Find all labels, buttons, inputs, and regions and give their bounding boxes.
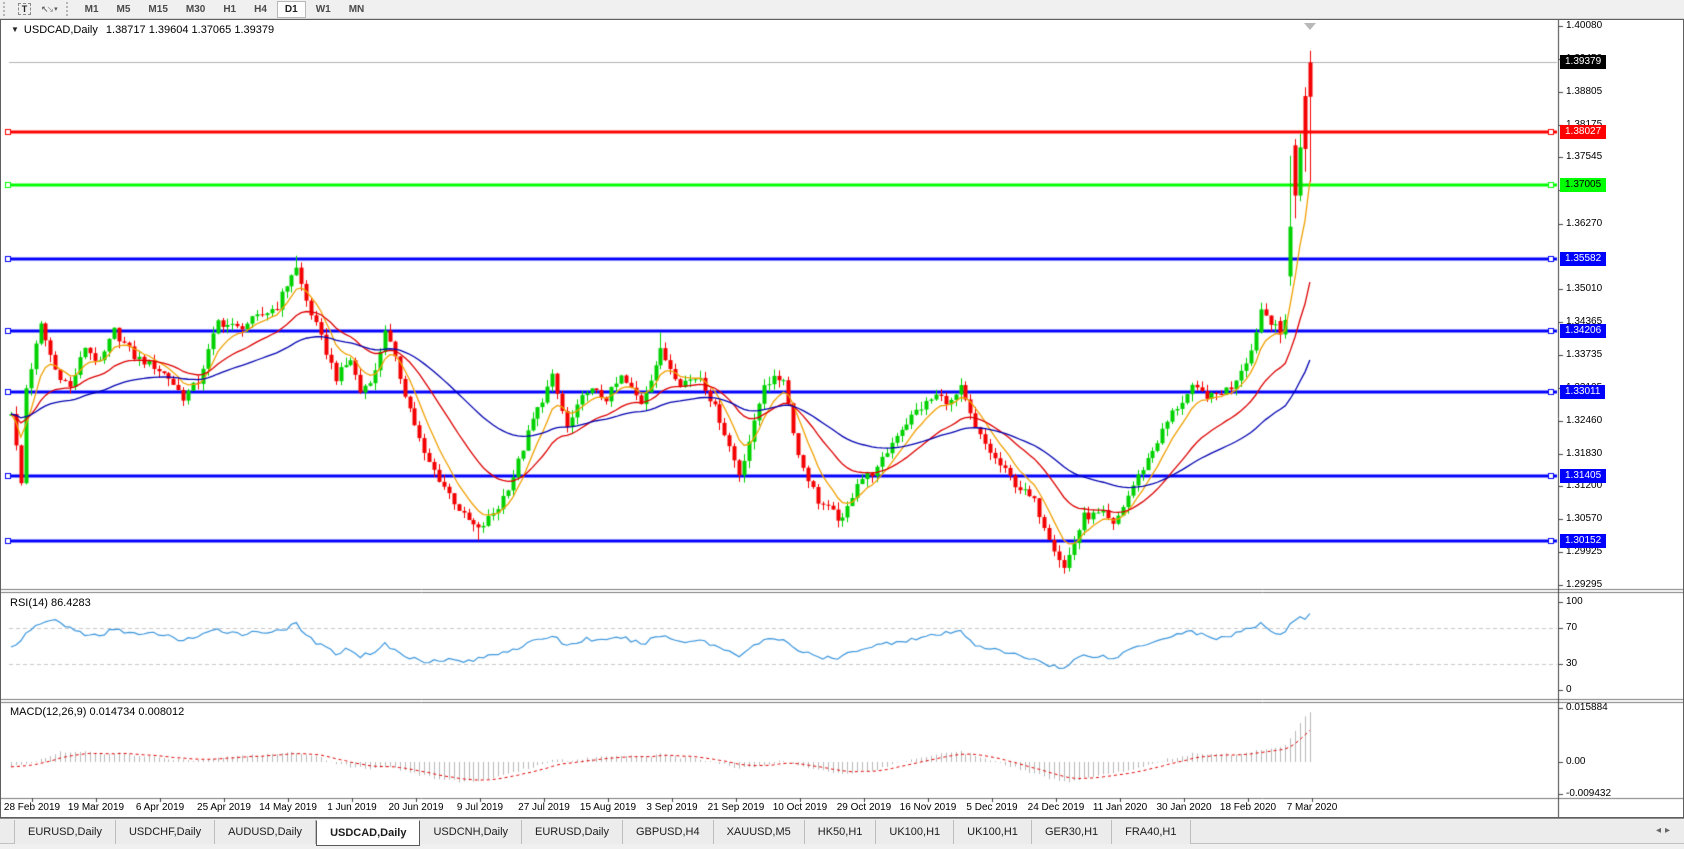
macd-tick-0.00: 0.00 <box>1566 756 1585 767</box>
cursor-mode-button[interactable]: ↖↘ ▾ <box>37 1 62 17</box>
move-arrows-icon: ↖↘ <box>41 4 52 15</box>
timeframe-button-m1[interactable]: M1 <box>77 1 107 18</box>
rsi-indicator-label: RSI(14) 86.4283 <box>10 597 91 609</box>
tab-audusd-daily[interactable]: AUDUSD,Daily <box>215 820 316 844</box>
tab-xauusd-m5[interactable]: XAUUSD,M5 <box>714 820 805 844</box>
tab-uk100-h1[interactable]: UK100,H1 <box>876 820 954 844</box>
hline-badge-1.30152[interactable]: 1.30152 <box>1560 534 1606 548</box>
toolbar-grip-2[interactable] <box>66 2 72 16</box>
tab-uk100-h1[interactable]: UK100,H1 <box>954 820 1032 844</box>
tab-hk50-h1[interactable]: HK50,H1 <box>805 820 877 844</box>
tab-usdcad-daily[interactable]: USDCAD,Daily <box>316 820 420 846</box>
macd-tick-0.015884: 0.015884 <box>1566 702 1608 713</box>
tab-eurusd-daily[interactable]: EURUSD,Daily <box>14 820 116 844</box>
timeframe-button-h1[interactable]: H1 <box>215 1 244 18</box>
price-tick-1.29295: 1.29295 <box>1566 579 1602 590</box>
chart-ohlc-values: 1.38717 1.39604 1.37065 1.39379 <box>106 24 274 36</box>
hline-badge-1.37005[interactable]: 1.37005 <box>1560 178 1606 192</box>
tab-fra40-h1[interactable]: FRA40,H1 <box>1112 820 1190 844</box>
price-tick-1.33735: 1.33735 <box>1566 349 1602 360</box>
price-tick-1.40080: 1.40080 <box>1566 20 1602 31</box>
text-tool-icon: T <box>18 3 31 15</box>
chart-tab-bar: EURUSD,DailyUSDCHF,DailyAUDUSD,DailyUSDC… <box>0 818 1684 849</box>
tab-scroll-right-icon: ▸ <box>1665 825 1674 836</box>
price-tick-1.38805: 1.38805 <box>1566 86 1602 97</box>
rsi-tick-70: 70 <box>1566 622 1577 633</box>
tab-usdcnh-daily[interactable]: USDCNH,Daily <box>420 820 522 844</box>
hline-badge-1.33011[interactable]: 1.33011 <box>1560 385 1605 399</box>
hline-badge-1.31405[interactable]: 1.31405 <box>1560 469 1606 483</box>
price-tick-1.31830: 1.31830 <box>1566 448 1602 459</box>
timeframe-button-m5[interactable]: M5 <box>109 1 139 18</box>
tab-usdchf-daily[interactable]: USDCHF,Daily <box>116 820 215 844</box>
timeframe-button-mn[interactable]: MN <box>341 1 373 18</box>
text-tool-button[interactable]: T <box>14 1 35 17</box>
tab-eurusd-daily[interactable]: EURUSD,Daily <box>522 820 623 844</box>
timeframe-button-w1[interactable]: W1 <box>308 1 339 18</box>
rsi-tick-30: 30 <box>1566 658 1577 669</box>
chart-window: ▼ USDCAD,Daily 1.38717 1.39604 1.37065 1.3… <box>0 19 1684 818</box>
chart-title: ▼ USDCAD,Daily 1.38717 1.39604 1.37065 1.3… <box>11 24 274 36</box>
chart-canvas[interactable] <box>1 20 1683 817</box>
rsi-tick-0: 0 <box>1566 684 1572 695</box>
hline-badge-1.38027[interactable]: 1.38027 <box>1560 125 1606 139</box>
hline-badge-1.35582[interactable]: 1.35582 <box>1560 252 1606 266</box>
timeframe-button-m30[interactable]: M30 <box>178 1 213 18</box>
price-tick-1.30570: 1.30570 <box>1566 513 1602 524</box>
price-tick-1.32460: 1.32460 <box>1566 415 1602 426</box>
macd-indicator-label: MACD(12,26,9) 0.014734 0.008012 <box>10 706 184 718</box>
macd-tick--0.009432: -0.009432 <box>1566 788 1611 799</box>
date-label-20: 7 Mar 2020 <box>1274 802 1350 813</box>
hline-badge-1.34206[interactable]: 1.34206 <box>1560 324 1606 338</box>
chart-dropdown-icon[interactable]: ▼ <box>11 25 19 34</box>
toolbar-grip[interactable] <box>3 2 9 16</box>
chart-symbol-label: USDCAD,Daily <box>24 24 98 36</box>
tab-scroll-left-icon: ◂ <box>1656 825 1665 836</box>
tab-scroll-arrows[interactable]: ◂▸ <box>1656 825 1674 836</box>
timeframe-button-m15[interactable]: M15 <box>140 1 175 18</box>
timeframe-button-d1[interactable]: D1 <box>277 1 306 18</box>
tab-gbpusd-h4[interactable]: GBPUSD,H4 <box>623 820 714 844</box>
price-tick-1.35010: 1.35010 <box>1566 283 1602 294</box>
chart-shift-marker[interactable] <box>1304 23 1316 30</box>
rsi-tick-100: 100 <box>1566 596 1583 607</box>
top-toolbar: T ↖↘ ▾ M1M5M15M30H1H4D1W1MN <box>0 0 1684 19</box>
price-tick-1.36270: 1.36270 <box>1566 218 1602 229</box>
price-tick-1.29925: 1.29925 <box>1566 546 1602 557</box>
timeframe-button-h4[interactable]: H4 <box>246 1 275 18</box>
current-price-badge: 1.39379 <box>1560 55 1606 69</box>
chevron-down-icon: ▾ <box>54 5 58 13</box>
price-tick-1.37545: 1.37545 <box>1566 151 1602 162</box>
tab-ger30-h1[interactable]: GER30,H1 <box>1032 820 1112 844</box>
